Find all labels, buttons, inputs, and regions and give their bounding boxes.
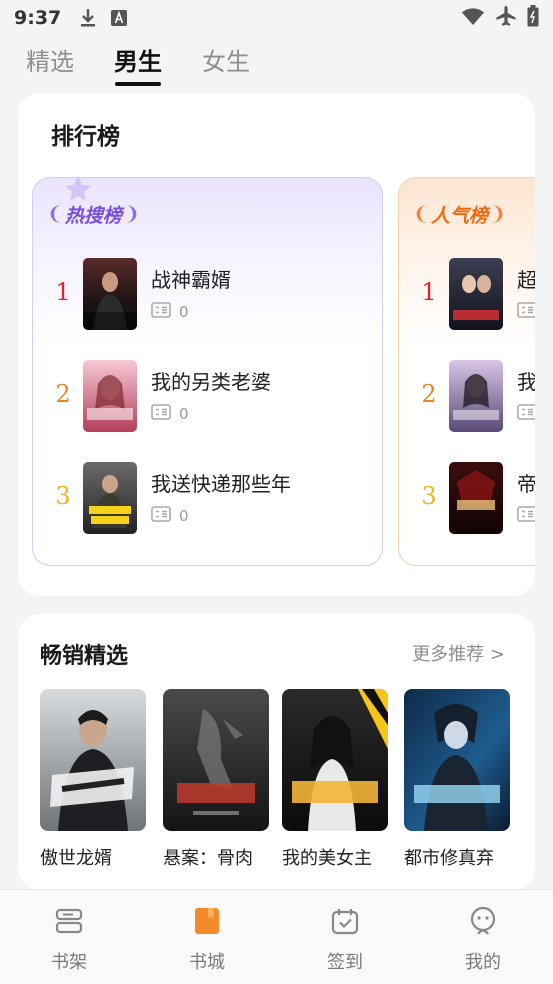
book-title: 超 <box>517 268 535 292</box>
app-screen: 9:37 精选 男生 女生 排行榜 ❨ 热搜榜 ❩ 1 战神霸婿 0 2 我的另… <box>0 0 553 984</box>
book-cover[interactable] <box>163 689 269 831</box>
book-title: 悬案：骨肉 <box>163 848 253 869</box>
book-cover[interactable] <box>40 689 146 831</box>
laurel-right-icon: ❩ <box>123 203 140 225</box>
rank-item[interactable]: 2 我 <box>399 360 535 434</box>
rank-item[interactable]: 2 我的另类老婆 0 <box>33 360 382 434</box>
rank-number: 1 <box>55 278 71 306</box>
tab-male[interactable]: 男生 <box>114 40 162 77</box>
reading-count-icon <box>517 506 535 526</box>
airplane-mode-icon <box>495 5 517 31</box>
book-item[interactable]: 都市修真弃 <box>404 689 512 870</box>
book-cover[interactable] <box>83 462 137 534</box>
nav-label: 签到 <box>327 952 363 973</box>
rank-number: 3 <box>421 482 437 510</box>
board-header: ❨ 人气榜 ❩ <box>413 200 506 228</box>
reading-count-icon <box>151 302 171 322</box>
rank-number: 2 <box>55 380 71 408</box>
status-right <box>461 5 539 31</box>
book-cover[interactable] <box>449 258 503 330</box>
nav-bookshelf[interactable]: 书架 <box>24 904 114 974</box>
hot-search-board[interactable]: ❨ 热搜榜 ❩ 1 战神霸婿 0 2 我的另类老婆 0 3 我送快递那些年 0 <box>32 176 383 566</box>
book-meta <box>517 404 535 424</box>
board-name: 热搜榜 <box>64 204 122 227</box>
check-in-icon <box>300 904 390 938</box>
book-meta: 0 <box>151 404 189 424</box>
laurel-right-icon: ❩ <box>489 203 506 225</box>
laurel-left-icon: ❨ <box>413 203 429 225</box>
nav-label: 我的 <box>465 952 501 973</box>
book-cover[interactable] <box>83 258 137 330</box>
more-recommendations-link[interactable]: 更多推荐 > <box>412 640 505 666</box>
reading-count-icon <box>151 404 171 424</box>
book-meta: 0 <box>151 302 189 322</box>
rank-item[interactable]: 1 超 <box>399 258 535 332</box>
reading-count: 0 <box>179 507 189 525</box>
book-meta: 0 <box>151 506 189 526</box>
book-title: 我的另类老婆 <box>151 370 271 394</box>
book-item[interactable]: 我的美女主 <box>282 689 390 870</box>
rank-number: 2 <box>421 380 437 408</box>
rank-item[interactable]: 3 我送快递那些年 0 <box>33 462 382 536</box>
ranking-title: 排行榜 <box>51 124 120 150</box>
battery-icon <box>527 5 539 31</box>
keyboard-a-icon <box>111 10 128 26</box>
nav-label: 书城 <box>189 952 225 973</box>
rank-item[interactable]: 1 战神霸婿 0 <box>33 258 382 332</box>
book-title: 我的美女主 <box>282 848 372 869</box>
wifi-icon <box>461 6 485 30</box>
book-title: 傲世龙婿 <box>40 848 112 869</box>
nav-label: 书架 <box>51 952 87 973</box>
laurel-left-icon: ❨ <box>47 203 63 225</box>
download-icon <box>79 8 97 28</box>
book-cover[interactable] <box>449 360 503 432</box>
book-cover[interactable] <box>449 462 503 534</box>
reading-count-icon <box>151 506 171 526</box>
book-cover[interactable] <box>83 360 137 432</box>
book-meta <box>517 302 535 322</box>
reading-count: 0 <box>179 303 189 321</box>
bestseller-title: 畅销精选 <box>40 644 129 669</box>
bookstore-icon <box>162 904 252 938</box>
book-title: 帝 <box>517 472 535 496</box>
nav-check-in[interactable]: 签到 <box>300 904 390 974</box>
ranking-card: 排行榜 ❨ 热搜榜 ❩ 1 战神霸婿 0 2 我的另类老婆 0 3 我送快递那些… <box>18 93 535 596</box>
popularity-board[interactable]: ❨ 人气榜 ❩ 1 超 2 我 3 帝 <box>398 177 535 566</box>
bestseller-card: 畅销精选 更多推荐 > 傲世龙婿 悬案：骨肉 我的美女主 都市修真弃 <box>18 614 535 890</box>
tab-featured[interactable]: 精选 <box>26 40 74 77</box>
profile-icon <box>438 904 528 938</box>
board-header: ❨ 热搜榜 ❩ <box>47 200 140 228</box>
book-cover[interactable] <box>404 689 510 831</box>
book-title: 都市修真弃 <box>404 848 494 869</box>
book-title: 我送快递那些年 <box>151 472 291 496</box>
bottom-navigation: 书架 书城 签到 我的 <box>0 889 553 984</box>
book-title: 我 <box>517 370 535 394</box>
book-meta <box>517 506 535 526</box>
tab-female[interactable]: 女生 <box>202 40 250 77</box>
book-cover[interactable] <box>282 689 388 831</box>
rank-number: 3 <box>55 482 71 510</box>
bookshelf-icon <box>24 904 114 938</box>
book-item[interactable]: 悬案：骨肉 <box>163 689 271 870</box>
nav-bookstore[interactable]: 书城 <box>162 904 252 974</box>
rank-number: 1 <box>421 278 437 306</box>
book-item[interactable]: 傲世龙婿 <box>40 689 148 870</box>
book-title: 战神霸婿 <box>151 268 231 292</box>
reading-count-icon <box>517 404 535 424</box>
rank-item[interactable]: 3 帝 <box>399 462 535 536</box>
reading-count: 0 <box>179 405 189 423</box>
board-name: 人气榜 <box>430 204 488 227</box>
category-tabs: 精选 男生 女生 <box>26 40 250 94</box>
reading-count-icon <box>517 302 535 322</box>
status-bar: 9:37 <box>0 0 553 36</box>
nav-profile[interactable]: 我的 <box>438 904 528 974</box>
status-time: 9:37 <box>14 7 62 29</box>
